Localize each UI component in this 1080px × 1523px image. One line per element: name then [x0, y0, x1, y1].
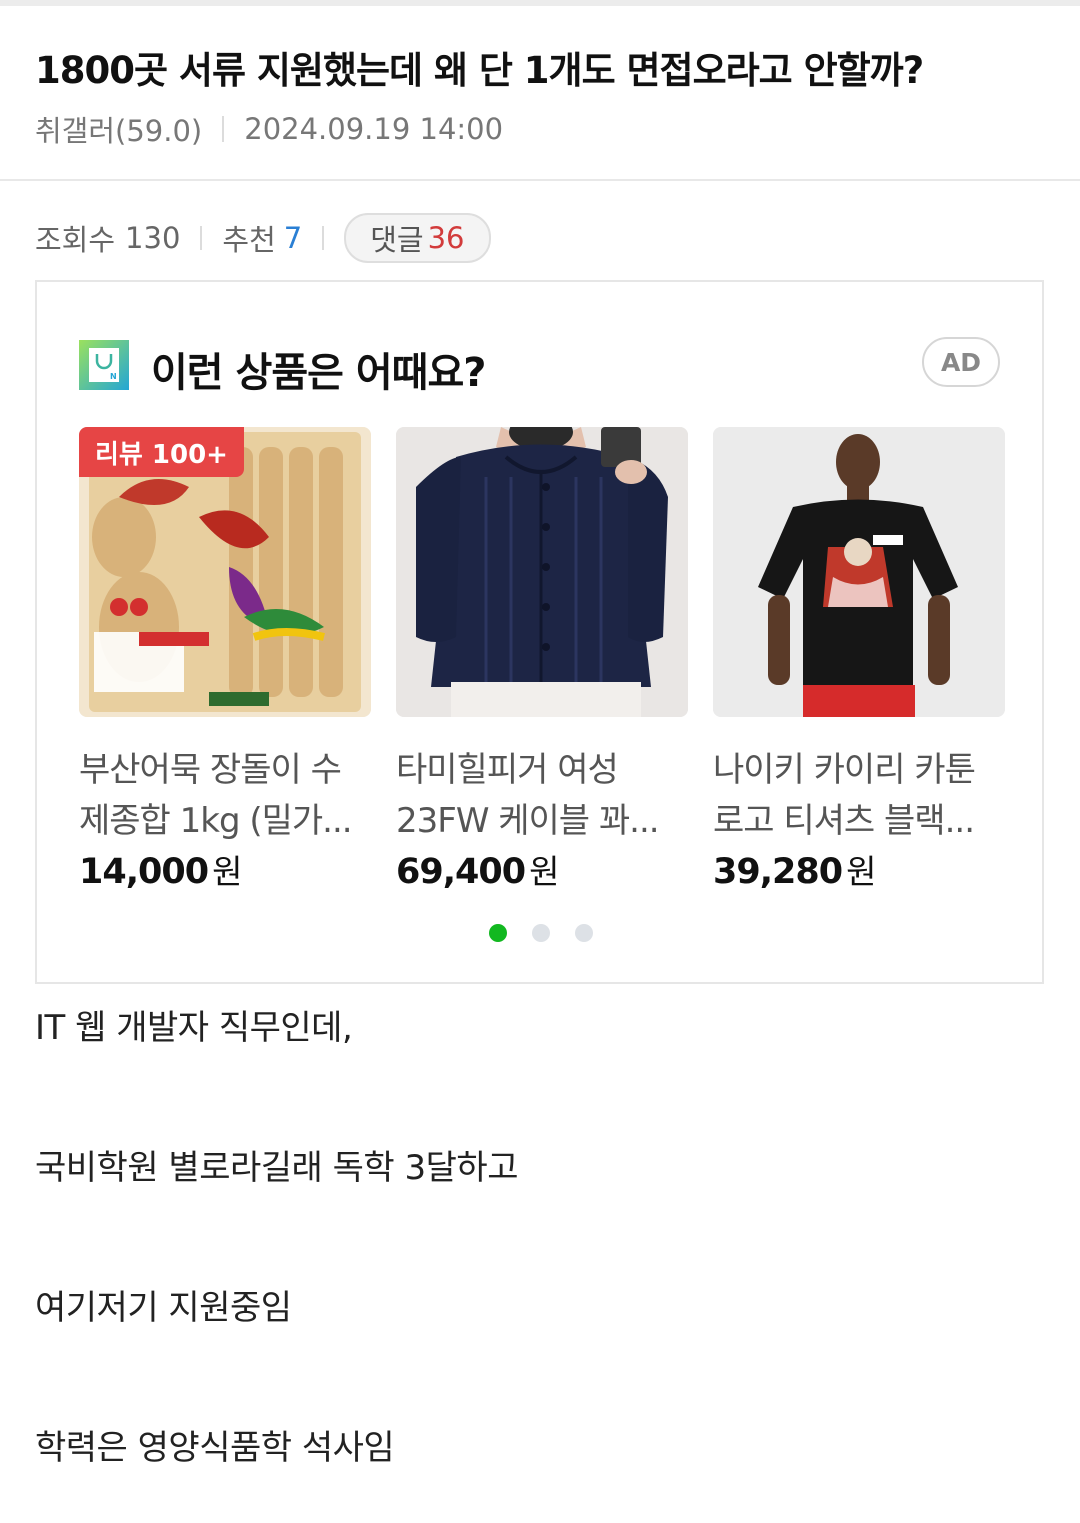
- post-stats: 조회수 130 추천 7 댓글 36: [35, 212, 491, 264]
- post-body-line: 학력은 영양식품학 석사임: [35, 1428, 395, 1468]
- comments-button[interactable]: 댓글 36: [344, 213, 491, 263]
- carousel-dot-1[interactable]: [489, 924, 507, 942]
- shopping-bag-logo-icon: N: [79, 340, 129, 390]
- product-image-fish-cake: 리뷰 100+: [79, 427, 371, 717]
- meta-divider: [222, 116, 225, 142]
- product-price: 69,400 원: [396, 852, 559, 892]
- product-card[interactable]: 타미힐피거 여성 23FW 케이블 꽈... 69,400 원: [396, 427, 688, 893]
- comments-label: 댓글: [370, 223, 424, 257]
- header-divider: [0, 179, 1080, 181]
- ad-title: 이런 상품은 어때요?: [151, 350, 486, 396]
- post-body-line: IT 웹 개발자 직무인데,: [35, 1008, 353, 1048]
- ad-product-carousel: N 이런 상품은 어때요? AD 리뷰 100+ 부산어묵 장돌이 수제종합 1…: [35, 280, 1044, 984]
- product-image-cardigan: [396, 427, 688, 717]
- carousel-dot-2[interactable]: [532, 924, 550, 942]
- views-label: 조회수: [35, 223, 116, 257]
- comments-count: 36: [427, 221, 465, 255]
- carousel-pagination: [489, 924, 593, 942]
- post-body-line: 국비학원 별로라길래 독학 3달하고: [35, 1148, 518, 1188]
- svg-text:N: N: [110, 372, 117, 381]
- product-name: 부산어묵 장돌이 수제종합 1kg (밀가...: [79, 750, 353, 841]
- stats-divider: [322, 226, 325, 250]
- product-image-tshirt: [713, 427, 1005, 717]
- product-name: 나이키 카이리 카툰 로고 티셔츠 블랙...: [713, 750, 976, 841]
- carousel-dot-3[interactable]: [575, 924, 593, 942]
- post-datetime: 2024.09.19 14:00: [244, 112, 504, 146]
- ad-badge[interactable]: AD: [922, 337, 1000, 387]
- product-card[interactable]: 리뷰 100+ 부산어묵 장돌이 수제종합 1kg (밀가... 14,000 원: [79, 427, 371, 893]
- post-title: 1800곳 서류 지원했는데 왜 단 1개도 면접오라고 안할까?: [35, 49, 924, 92]
- product-price: 39,280 원: [713, 852, 876, 892]
- author-name[interactable]: 취갤러(59.0): [35, 108, 202, 150]
- product-name: 타미힐피거 여성 23FW 케이블 꽈...: [396, 750, 660, 841]
- stats-divider: [200, 226, 203, 250]
- product-card[interactable]: 나이키 카이리 카툰 로고 티셔츠 블랙... 39,280 원: [713, 427, 1005, 893]
- top-divider: [0, 0, 1080, 6]
- post-meta: 취갤러(59.0) 2024.09.19 14:00: [35, 108, 503, 150]
- product-price: 14,000 원: [79, 852, 242, 892]
- review-badge: 리뷰 100+: [79, 427, 244, 477]
- views-count: 130: [125, 221, 181, 255]
- recommend-label: 추천: [222, 223, 276, 257]
- post-body-line: 여기저기 지원중임: [35, 1288, 292, 1328]
- recommend-count: 7: [283, 221, 303, 255]
